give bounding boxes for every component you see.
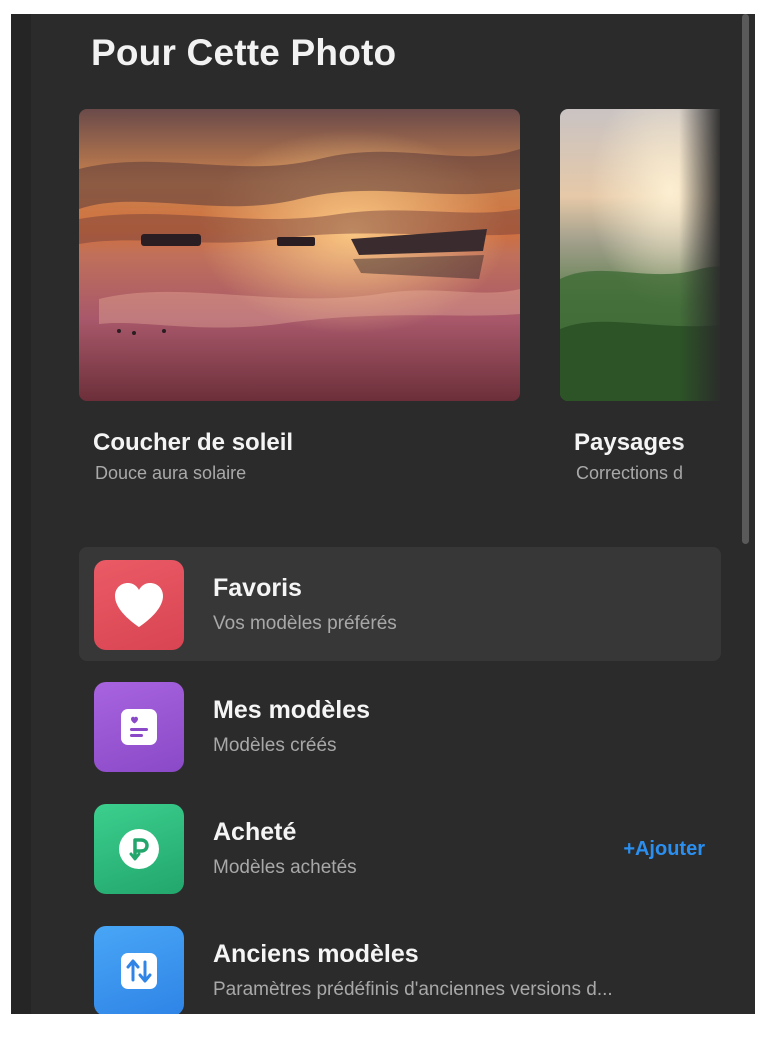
list-item-title: Acheté bbox=[213, 818, 297, 846]
preset-carousel: Coucher de soleil Douce aura solaire Pay… bbox=[79, 109, 720, 509]
list-item-mes-modeles[interactable]: Mes modèles Modèles créés bbox=[79, 669, 721, 783]
card-title: Paysages bbox=[574, 429, 685, 456]
list-item-anciens-modeles[interactable]: Anciens modèles Paramètres prédéfinis d'… bbox=[79, 913, 721, 1014]
presets-panel: Pour Cette Photo Coucher de soleil Douce… bbox=[11, 14, 755, 1014]
card-subtitle: Corrections d bbox=[576, 463, 684, 483]
list-item-title: Anciens modèles bbox=[213, 940, 419, 968]
list-item-subtitle: Modèles achetés bbox=[213, 857, 357, 878]
scrollbar-thumb[interactable] bbox=[742, 14, 749, 544]
list-item-title: Mes modèles bbox=[213, 696, 371, 724]
list-item-favoris[interactable]: Favoris Vos modèles préférés bbox=[79, 547, 721, 661]
heart-icon bbox=[94, 560, 184, 650]
purchase-icon bbox=[94, 804, 184, 894]
card-subtitle: Douce aura solaire bbox=[95, 463, 247, 483]
left-rail bbox=[11, 14, 31, 1014]
list-item-subtitle: Modèles créés bbox=[213, 735, 337, 756]
list-item-achete[interactable]: Acheté Modèles achetés +Ajouter bbox=[79, 791, 721, 905]
card-title: Coucher de soleil bbox=[93, 429, 294, 456]
preset-category-list: Favoris Vos modèles préférés Mes modèles… bbox=[79, 547, 721, 1014]
list-item-subtitle: Paramètres prédéfinis d'anciennes versio… bbox=[213, 979, 613, 1000]
template-card-icon bbox=[94, 682, 184, 772]
list-item-subtitle: Vos modèles préférés bbox=[213, 613, 397, 634]
misty-landscape-image bbox=[560, 109, 720, 401]
add-purchased-link[interactable]: +Ajouter bbox=[623, 838, 705, 861]
sort-arrows-icon bbox=[94, 926, 184, 1014]
carousel-card-sunset[interactable]: Coucher de soleil Douce aura solaire bbox=[79, 109, 520, 484]
sunset-boats-image bbox=[79, 109, 520, 401]
carousel-card-landscapes[interactable]: Paysages Corrections d bbox=[560, 109, 720, 484]
section-title: Pour Cette Photo bbox=[91, 32, 397, 73]
list-item-title: Favoris bbox=[213, 574, 302, 602]
